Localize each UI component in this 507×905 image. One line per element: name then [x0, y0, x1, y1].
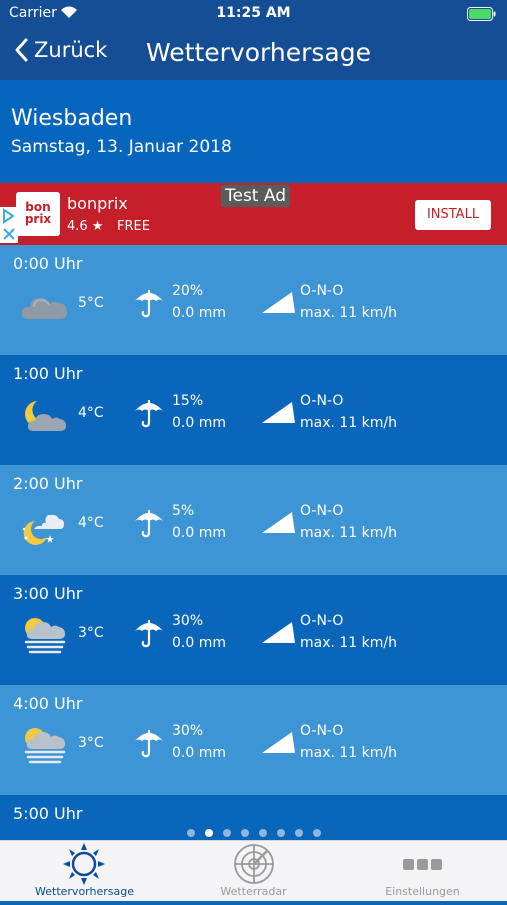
- ad-price: FREE: [117, 219, 150, 234]
- forecast-row[interactable]: 4:00 Uhr 3°C 30% 0.0 mm O-N-O max. 11 km/h: [0, 685, 507, 795]
- temperature: 4°C: [78, 515, 104, 531]
- temperature: 3°C: [78, 625, 104, 641]
- precipitation-amount: 0.0 mm: [172, 305, 226, 321]
- page-dot[interactable]: [312, 829, 321, 837]
- tab-wettervorhersage[interactable]: Wettervorhersage: [0, 841, 169, 901]
- page-dot[interactable]: [258, 829, 267, 837]
- wind-direction: O-N-O: [300, 283, 344, 299]
- wind-speed: max. 11 km/h: [300, 525, 398, 541]
- forecast-hour: 4:00 Uhr: [13, 694, 83, 713]
- ad-app-logo: bon prix: [16, 192, 60, 236]
- forecast-row[interactable]: 0:00 Uhr 5°C 20% 0.0 mm O-N-O max. 11 km/h: [0, 245, 507, 355]
- forecast-hour: 1:00 Uhr: [13, 364, 83, 383]
- umbrella-icon: [133, 397, 165, 433]
- forecast-row[interactable]: 1:00 Uhr 4°C 15% 0.0 mm O-N-O max. 11 km/h: [0, 355, 507, 465]
- tab-einstellungen[interactable]: Einstellungen: [338, 841, 507, 901]
- umbrella-icon: [133, 507, 165, 543]
- forecast-hour: 3:00 Uhr: [13, 584, 83, 603]
- ad-choices-icon[interactable]: [0, 207, 18, 243]
- forecast-hour: 0:00 Uhr: [13, 254, 83, 273]
- precipitation-amount: 0.0 mm: [172, 635, 226, 651]
- precipitation-amount: 0.0 mm: [172, 525, 226, 541]
- wind-speed: max. 11 km/h: [300, 415, 398, 431]
- wind-direction: O-N-O: [300, 613, 344, 629]
- ad-app-name: bonprix: [67, 194, 128, 213]
- cloudy-icon: [20, 285, 70, 327]
- ad-banner[interactable]: bon prix bonprix 4.6 ★ FREE Test Ad INST…: [0, 183, 507, 245]
- moon-cloud-icon: [20, 395, 70, 437]
- tab-wetterradar[interactable]: Wetterradar: [169, 841, 338, 901]
- forecast-hour: 2:00 Uhr: [13, 474, 83, 493]
- page-indicator[interactable]: [0, 822, 507, 841]
- status-bar: Carrier 11:25 AM: [0, 0, 507, 28]
- page-dot[interactable]: [294, 829, 303, 837]
- forecast-row[interactable]: 2:00 Uhr 4°C 5% 0.0 mm O-N-O max. 11 km/h: [0, 465, 507, 575]
- umbrella-icon: [133, 287, 165, 323]
- umbrella-icon: [133, 727, 165, 763]
- forecast-date: Samstag, 13. Januar 2018: [11, 137, 232, 157]
- page-dot[interactable]: [222, 829, 231, 837]
- fog-cloud-icon: [20, 725, 70, 767]
- tab-bar: Wettervorhersage Wetterradar Einstellung…: [0, 840, 507, 901]
- status-time: 11:25 AM: [216, 5, 291, 21]
- location-header: Wiesbaden Samstag, 13. Januar 2018: [0, 80, 507, 183]
- more-dots-icon: [403, 859, 442, 870]
- precipitation-amount: 0.0 mm: [172, 415, 226, 431]
- precipitation-probability: 30%: [172, 613, 204, 629]
- page-title: Wettervorhersage: [146, 38, 371, 67]
- wind-direction-icon: [261, 289, 297, 321]
- sun-icon: [63, 843, 105, 885]
- precipitation-probability: 30%: [172, 723, 204, 739]
- precipitation-probability: 5%: [172, 503, 195, 519]
- ad-logo-bottom: prix: [24, 212, 52, 226]
- moon-stars-cloud-icon: [20, 505, 70, 547]
- wind-direction-icon: [261, 509, 297, 541]
- page-dot[interactable]: [240, 829, 249, 837]
- wind-direction: O-N-O: [300, 723, 344, 739]
- temperature: 4°C: [78, 405, 104, 421]
- wind-direction: O-N-O: [300, 503, 344, 519]
- tab-label-wettervorhersage: Wettervorhersage: [35, 885, 134, 898]
- city-name: Wiesbaden: [11, 106, 133, 131]
- wind-speed: max. 11 km/h: [300, 745, 398, 761]
- precipitation-probability: 20%: [172, 283, 204, 299]
- wind-speed: max. 11 km/h: [300, 305, 398, 321]
- install-button[interactable]: INSTALL: [415, 200, 491, 230]
- test-ad-label: Test Ad: [221, 185, 291, 207]
- wind-direction-icon: [261, 399, 297, 431]
- page-dot[interactable]: [204, 829, 213, 837]
- precipitation-probability: 15%: [172, 393, 204, 409]
- wind-direction: O-N-O: [300, 393, 344, 409]
- wind-speed: max. 11 km/h: [300, 635, 398, 651]
- ad-rating: 4.6 ★: [67, 219, 104, 234]
- page-dot[interactable]: [186, 829, 195, 837]
- forecast-row[interactable]: 3:00 Uhr 3°C 30% 0.0 mm O-N-O max. 11 km/h: [0, 575, 507, 685]
- radar-icon: [234, 844, 274, 884]
- tab-label-einstellungen: Einstellungen: [385, 885, 460, 898]
- fog-cloud-icon: [20, 615, 70, 657]
- forecast-hour: 5:00 Uhr: [13, 804, 83, 823]
- wind-direction-icon: [261, 619, 297, 651]
- temperature: 3°C: [78, 735, 104, 751]
- page-dot[interactable]: [276, 829, 285, 837]
- temperature: 5°C: [78, 295, 104, 311]
- tab-label-wetterradar: Wetterradar: [220, 885, 287, 898]
- wind-direction-icon: [261, 729, 297, 761]
- umbrella-icon: [133, 617, 165, 653]
- battery-icon: [467, 7, 496, 21]
- navigation-bar: Zurück Wettervorhersage: [0, 28, 507, 80]
- precipitation-amount: 0.0 mm: [172, 745, 226, 761]
